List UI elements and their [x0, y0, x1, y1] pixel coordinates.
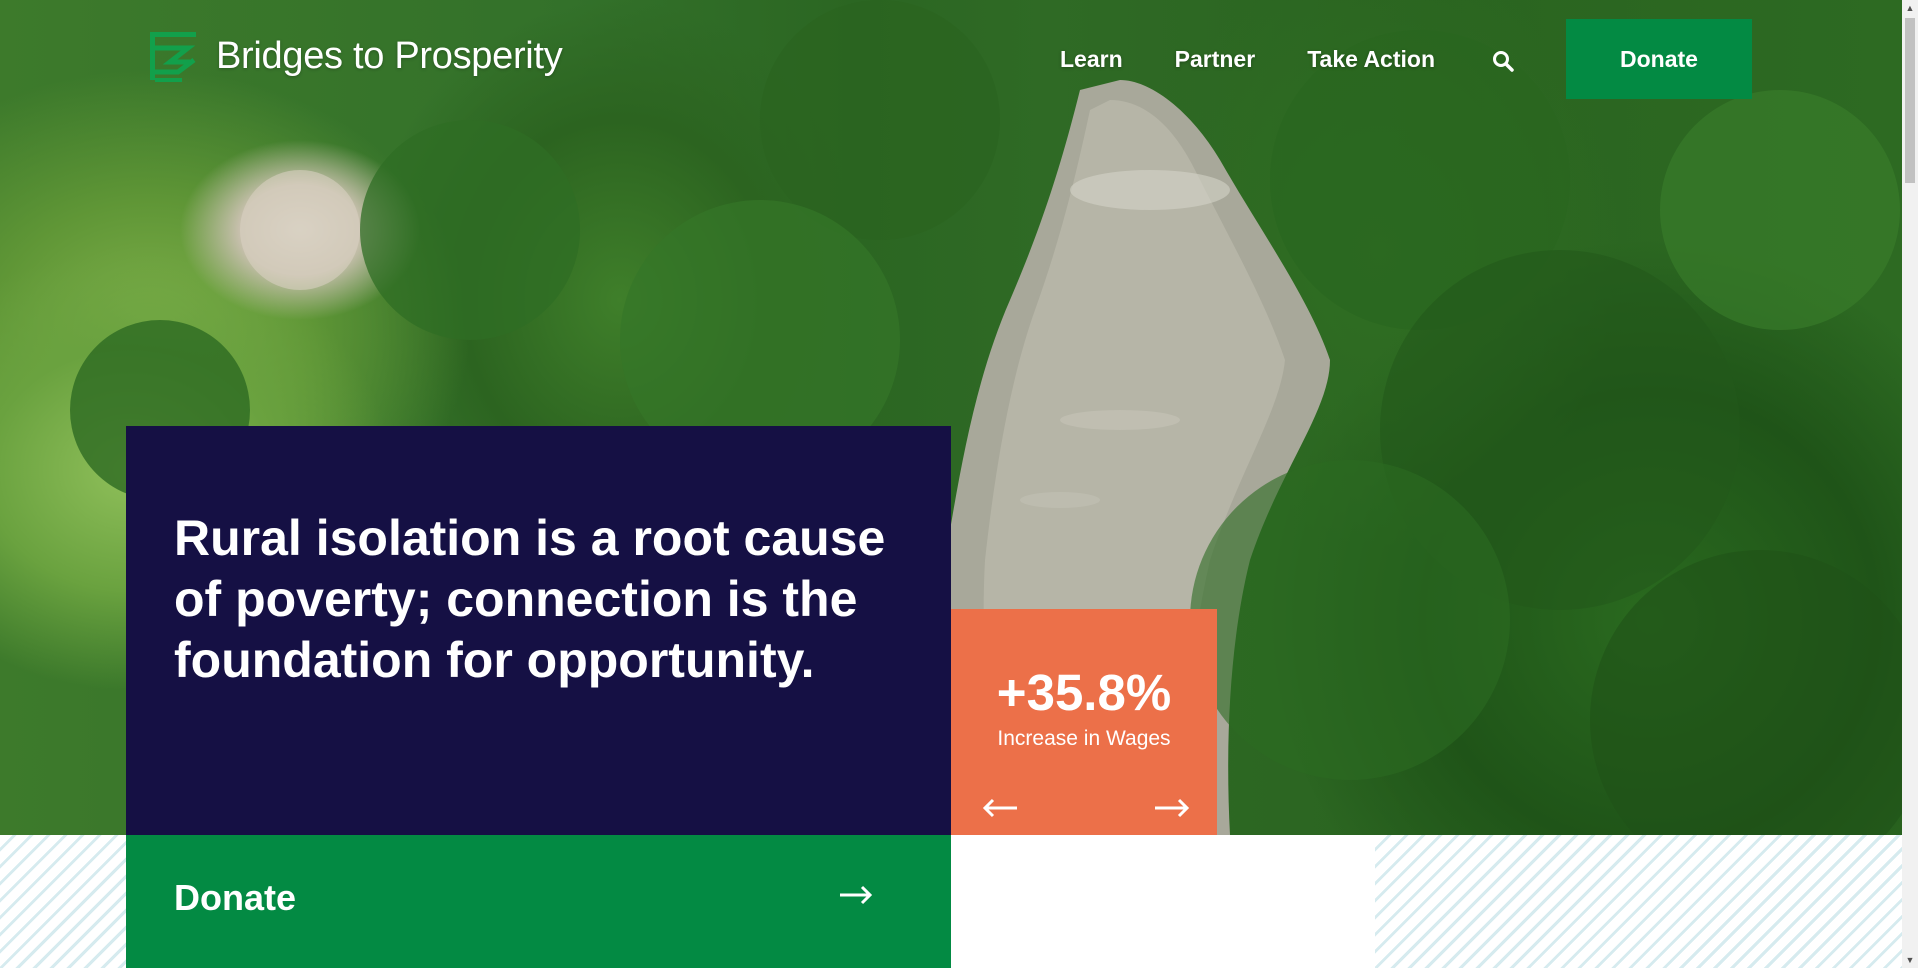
- header-donate-button[interactable]: Donate: [1566, 19, 1752, 99]
- arrow-right-icon: [838, 875, 874, 923]
- logo-icon: [150, 32, 196, 82]
- donate-cta-bar[interactable]: Donate: [126, 835, 951, 968]
- nav-item-take-action[interactable]: Take Action: [1307, 46, 1435, 73]
- stat-value: +35.8%: [996, 664, 1172, 721]
- logo-text: Bridges to Prosperity: [216, 34, 563, 77]
- site-logo[interactable]: Bridges to Prosperity: [148, 30, 563, 82]
- decorative-stripes-right: [1375, 835, 1902, 968]
- stat-label: Increase in Wages: [997, 727, 1171, 750]
- blank-panel: [951, 835, 1375, 968]
- arrow-left-icon[interactable]: [981, 794, 1021, 822]
- nav-item-partner[interactable]: Partner: [1175, 46, 1256, 73]
- donate-cta-label: Donate: [174, 877, 297, 918]
- scroll-up-icon[interactable]: ▲: [1902, 0, 1918, 16]
- arrow-right-icon[interactable]: [1151, 794, 1191, 822]
- stat-card: +35.8% Increase in Wages: [951, 609, 1217, 835]
- decorative-stripes-left: [0, 835, 126, 968]
- scroll-down-icon[interactable]: ▼: [1902, 952, 1918, 968]
- page-scrollbar[interactable]: ▲ ▼: [1902, 0, 1918, 968]
- main-nav: Learn Partner Take Action: [1060, 46, 1515, 73]
- scroll-thumb[interactable]: [1905, 18, 1915, 183]
- hero-tagline: Rural isolation is a root cause of pover…: [174, 510, 886, 688]
- search-icon[interactable]: [1491, 49, 1515, 73]
- tagline-card: Rural isolation is a root cause of pover…: [126, 426, 951, 835]
- nav-item-learn[interactable]: Learn: [1060, 46, 1123, 73]
